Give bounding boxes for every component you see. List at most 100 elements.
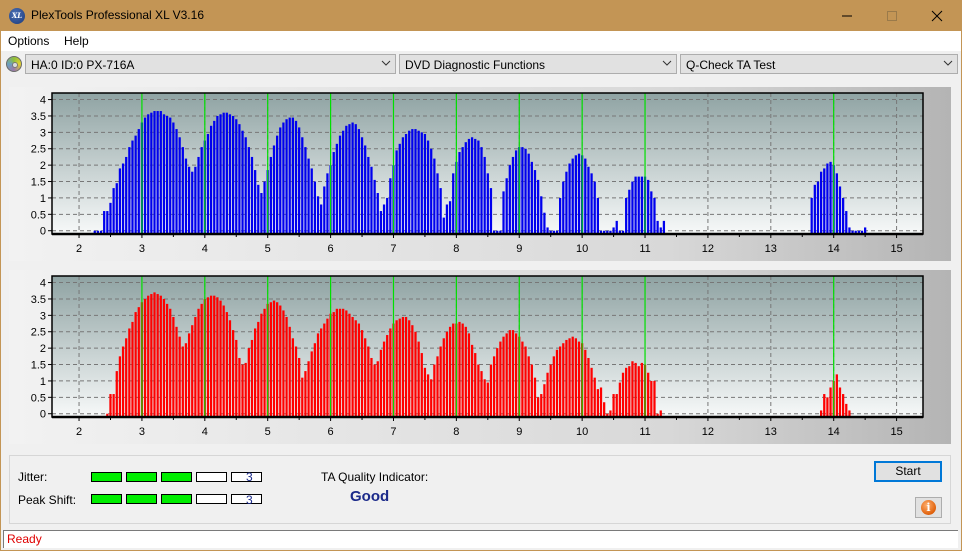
histogram-bar xyxy=(187,333,191,418)
histogram-bar xyxy=(360,137,364,235)
histogram-bar xyxy=(294,120,298,235)
minimize-button[interactable] xyxy=(824,0,870,31)
x-tick-label: 3 xyxy=(139,426,145,438)
histogram-bar xyxy=(165,303,169,418)
menu-options[interactable]: Options xyxy=(8,34,49,48)
histogram-bar xyxy=(647,179,650,235)
histogram-bar xyxy=(458,321,461,418)
histogram-bar xyxy=(552,356,555,418)
histogram-bar xyxy=(115,371,118,418)
histogram-bar xyxy=(408,130,411,235)
histogram-bar xyxy=(823,168,826,235)
menu-help[interactable]: Help xyxy=(64,34,89,48)
histogram-bar xyxy=(615,220,618,235)
histogram-bar xyxy=(364,145,367,235)
y-tick-label: 0.5 xyxy=(31,209,46,221)
histogram-bar xyxy=(279,305,282,418)
histogram-bar xyxy=(612,394,615,418)
histogram-bar xyxy=(313,181,317,235)
histogram-bar xyxy=(213,295,216,418)
histogram-bar xyxy=(628,366,631,418)
histogram-bar xyxy=(332,152,335,235)
function-select[interactable]: DVD Diagnostic Functions xyxy=(399,54,677,74)
x-tick-label: 14 xyxy=(828,426,840,438)
histogram-bar xyxy=(162,114,166,235)
drive-select[interactable]: HA:0 ID:0 PX-716A xyxy=(25,54,396,74)
chevron-down-icon xyxy=(943,60,953,66)
histogram-bar xyxy=(514,333,518,418)
histogram-bar xyxy=(153,292,156,418)
histogram-bar xyxy=(370,357,373,418)
histogram-bar xyxy=(162,298,166,418)
histogram-bar xyxy=(338,135,342,235)
histogram-bar xyxy=(159,111,162,235)
histogram-bar xyxy=(197,156,200,235)
histogram-bar xyxy=(194,316,197,418)
info-button[interactable]: i xyxy=(915,497,942,518)
histogram-bar xyxy=(257,184,260,235)
histogram-bar xyxy=(373,364,376,418)
histogram-bar xyxy=(184,343,188,418)
x-tick-label: 14 xyxy=(828,243,840,255)
histogram-bar xyxy=(241,130,244,235)
histogram-bar xyxy=(231,330,235,418)
histogram-bar xyxy=(172,316,175,418)
histogram-bar xyxy=(631,181,634,235)
y-tick-label: 3.5 xyxy=(31,111,46,123)
histogram-bar xyxy=(178,137,181,235)
close-button[interactable] xyxy=(914,0,960,31)
histogram-bar xyxy=(467,333,471,418)
histogram-bar xyxy=(191,171,194,235)
maximize-button[interactable] xyxy=(869,0,915,31)
histogram-bar xyxy=(587,357,590,418)
histogram-bar xyxy=(439,188,442,235)
histogram-bar xyxy=(298,127,301,235)
histogram-bar xyxy=(357,129,361,235)
histogram-bar xyxy=(650,191,653,235)
histogram-bar xyxy=(118,356,122,418)
histogram-bar xyxy=(345,125,348,235)
start-button[interactable]: Start xyxy=(874,461,942,482)
y-tick-label: 3.5 xyxy=(31,294,46,306)
histogram-bar xyxy=(291,338,294,418)
histogram-bar xyxy=(398,318,401,418)
histogram-bar xyxy=(354,320,357,418)
histogram-bar xyxy=(499,341,502,418)
peak-shift-meter-segment xyxy=(126,494,157,504)
histogram-bar xyxy=(172,122,175,235)
histogram-bar xyxy=(206,133,210,235)
x-tick-label: 5 xyxy=(265,243,271,255)
histogram-bar xyxy=(577,341,581,418)
histogram-bar xyxy=(505,333,508,418)
histogram-bar xyxy=(813,184,816,235)
histogram-bar xyxy=(470,344,474,418)
histogram-bar xyxy=(121,346,125,418)
histogram-bar xyxy=(326,318,329,418)
histogram-bar xyxy=(159,295,162,418)
x-tick-label: 12 xyxy=(702,426,714,438)
histogram-bar xyxy=(433,158,436,235)
histogram-bar xyxy=(653,197,656,235)
histogram-bar xyxy=(486,173,489,235)
info-icon: i xyxy=(921,500,936,515)
histogram-bar xyxy=(338,308,342,418)
histogram-bar xyxy=(134,135,137,235)
jitter-value: 3 xyxy=(246,470,253,484)
histogram-bar xyxy=(228,114,232,235)
histogram-bar xyxy=(474,138,477,235)
x-tick-label: 8 xyxy=(453,426,459,438)
jitter-meter-segment xyxy=(126,472,157,482)
histogram-bar xyxy=(298,357,301,418)
histogram-bar xyxy=(184,158,188,235)
histogram-bar xyxy=(637,176,640,235)
histogram-bar xyxy=(565,339,568,418)
histogram-bar xyxy=(574,338,577,418)
y-tick-label: 1.5 xyxy=(31,360,46,372)
histogram-bar xyxy=(200,147,203,235)
test-select[interactable]: Q-Check TA Test xyxy=(680,54,958,74)
histogram-bar xyxy=(404,316,408,418)
histogram-bar xyxy=(838,387,842,418)
results-panel xyxy=(9,455,951,524)
histogram-bar xyxy=(351,316,354,418)
title-bar[interactable]: XL PlexTools Professional XL V3.16 xyxy=(0,0,962,31)
